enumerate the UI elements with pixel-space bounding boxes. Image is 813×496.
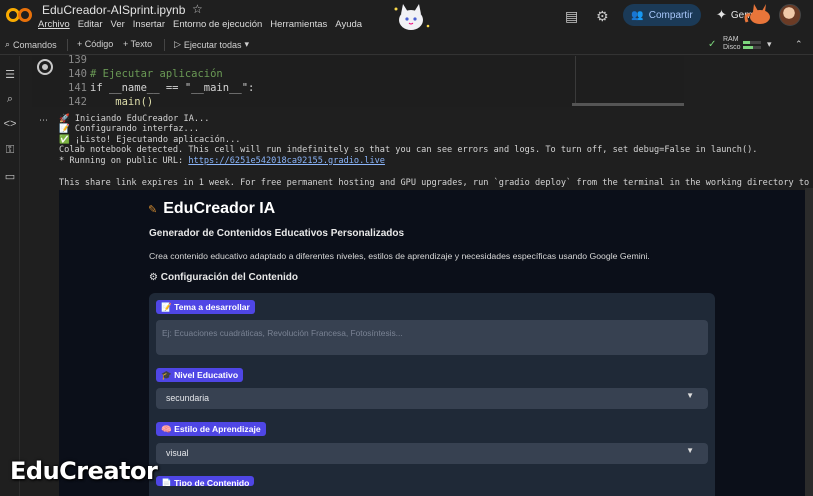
resource-labels[interactable]: RAM Disco: [723, 36, 741, 52]
line-number: 141: [68, 82, 87, 94]
output-line: ✅ ¡Listo! Ejecutando aplicación...: [59, 134, 241, 145]
ram-label: RAM: [723, 36, 739, 43]
files-folder-icon[interactable]: ▭: [3, 170, 17, 183]
app-subtitle: Generador de Contenidos Educativos Perso…: [149, 228, 405, 239]
menu-herramientas[interactable]: Herramientas: [270, 19, 327, 30]
code-main-call: main(): [90, 96, 154, 108]
cat-sprite-icon: [394, 4, 430, 30]
run-all-label: Ejecutar todas: [183, 39, 242, 50]
settings-gear-icon[interactable]: ⚙: [596, 8, 609, 25]
commands-label: Comandos: [13, 39, 57, 50]
toolbar-divider: [67, 39, 68, 51]
notebook-toolbar: ⌕ Comandos + Código + Texto ▷ Ejecutar t…: [0, 35, 813, 55]
line-number: 142: [68, 96, 87, 108]
level-dropdown[interactable]: secundaria ▼: [156, 388, 708, 409]
output-line-url: * Running on public URL: https://6251e54…: [59, 156, 757, 166]
play-icon: ▷: [174, 39, 181, 49]
runtime-chevron-icon[interactable]: ▾: [767, 39, 772, 50]
colab-header: EduCreador-AISprint.ipynb ☆ Archivo Edit…: [0, 0, 813, 34]
gemini-spark-icon: ✦: [716, 7, 727, 22]
share-expiry-line: This share link expires in 1 week. For f…: [59, 178, 813, 188]
menu-archivo[interactable]: Archivo: [38, 19, 70, 30]
app-description: Crea contenido educativo adaptado a dife…: [149, 251, 650, 261]
add-text-button[interactable]: + Texto: [123, 39, 152, 49]
dropdown-arrow-icon: ▼: [686, 391, 694, 400]
editor-ruler: [575, 56, 576, 106]
menu-insertar[interactable]: Insertar: [133, 19, 165, 30]
level-value: secundaria: [166, 393, 210, 403]
secrets-key-icon[interactable]: ⚿: [3, 144, 17, 157]
star-icon[interactable]: ☆: [192, 2, 203, 16]
topic-label: 📝 Tema a desarrollar: [156, 300, 255, 314]
level-label: 🎓 Nivel Educativo: [156, 368, 244, 382]
run-cell-button[interactable]: [37, 59, 53, 75]
style-value: visual: [166, 448, 189, 458]
comments-icon[interactable]: ▤: [565, 8, 578, 25]
table-of-contents-icon[interactable]: ☰: [3, 68, 17, 81]
menu-ver[interactable]: Ver: [111, 19, 125, 30]
app-title: ✎ EduCreador IA: [148, 200, 275, 218]
disk-label: Disco: [723, 44, 741, 51]
menu-ayuda[interactable]: Ayuda: [335, 19, 362, 30]
run-all-button[interactable]: ▷ Ejecutar todas ▾: [174, 39, 249, 50]
menu-entorno[interactable]: Entorno de ejecución: [173, 19, 262, 30]
menu-bar: Archivo Editar Ver Insertar Entorno de e…: [38, 19, 370, 30]
output-line: Colab notebook detected. This cell will …: [59, 145, 758, 156]
public-url-link[interactable]: https://6251e542018ca92155.gradio.live: [188, 156, 385, 166]
output-scrollbar[interactable]: [805, 188, 813, 496]
code-line-141: 141 if __name__ == "__main__":: [68, 81, 254, 95]
resource-bars-icon[interactable]: [743, 39, 761, 51]
public-url-prefix: * Running on public URL:: [59, 155, 189, 166]
cell-output: 🚀 Iniciando EduCreador IA... 📝 Configuran…: [59, 114, 757, 166]
style-dropdown[interactable]: visual ▼: [156, 443, 708, 464]
commands-button[interactable]: ⌕ Comandos: [5, 39, 57, 50]
line-number: 140: [68, 68, 87, 80]
content-type-label: 📄 Tipo de Contenido: [156, 476, 255, 486]
colab-logo[interactable]: [6, 7, 32, 23]
code-if-main: if __name__ == "__main__":: [90, 82, 255, 94]
connected-check-icon: ✓: [708, 39, 717, 50]
people-icon: 👥: [631, 9, 644, 21]
code-line-142: 142 main(): [68, 95, 254, 109]
collapse-header-icon[interactable]: ⌃: [795, 39, 803, 50]
output-line: 🚀 Iniciando EduCreador IA...: [59, 114, 210, 124]
left-sidebar: ☰ ⌕ <> ⚿ ▭: [0, 56, 20, 496]
topic-input[interactable]: Ej: Ecuaciones cuadráticas, Revolución F…: [156, 320, 708, 355]
code-comment: # Ejecutar aplicación: [90, 68, 223, 80]
share-label: Compartir: [648, 9, 693, 21]
output-menu-icon[interactable]: ⋯: [39, 115, 48, 126]
app-title-text: EduCreador IA: [163, 200, 276, 217]
line-number: 139: [68, 54, 87, 66]
search-icon: ⌕: [5, 39, 11, 49]
pencil-icon: ✎: [148, 203, 158, 216]
dropdown-arrow-icon: ▼: [686, 446, 694, 455]
code-line-139: 139: [68, 53, 254, 67]
code-line-140: 140 # Ejecutar aplicación: [68, 67, 254, 81]
user-avatar[interactable]: [779, 4, 801, 26]
toolbar-divider: [164, 39, 165, 51]
chevron-down-icon: ▾: [244, 39, 249, 49]
share-button[interactable]: 👥 Compartir: [623, 4, 701, 26]
style-label: 🧠 Estilo de Aprendizaje: [156, 422, 266, 436]
add-code-button[interactable]: + Código: [77, 39, 113, 49]
code-snippets-icon[interactable]: <>: [3, 118, 17, 130]
output-line: 📝 Configurando interfaz...: [59, 124, 200, 135]
code-editor[interactable]: 139 140 # Ejecutar aplicación 141 if __nam…: [68, 53, 254, 109]
config-heading: ⚙ Configuración del Contenido: [149, 272, 298, 283]
menu-editar[interactable]: Editar: [78, 19, 103, 30]
notebook-filename[interactable]: EduCreador-AISprint.ipynb: [42, 3, 185, 17]
video-watermark: EduCreator: [10, 457, 158, 485]
fox-sprite-icon: [744, 4, 770, 24]
editor-scrollbar[interactable]: [572, 103, 684, 106]
find-icon[interactable]: ⌕: [3, 93, 17, 106]
